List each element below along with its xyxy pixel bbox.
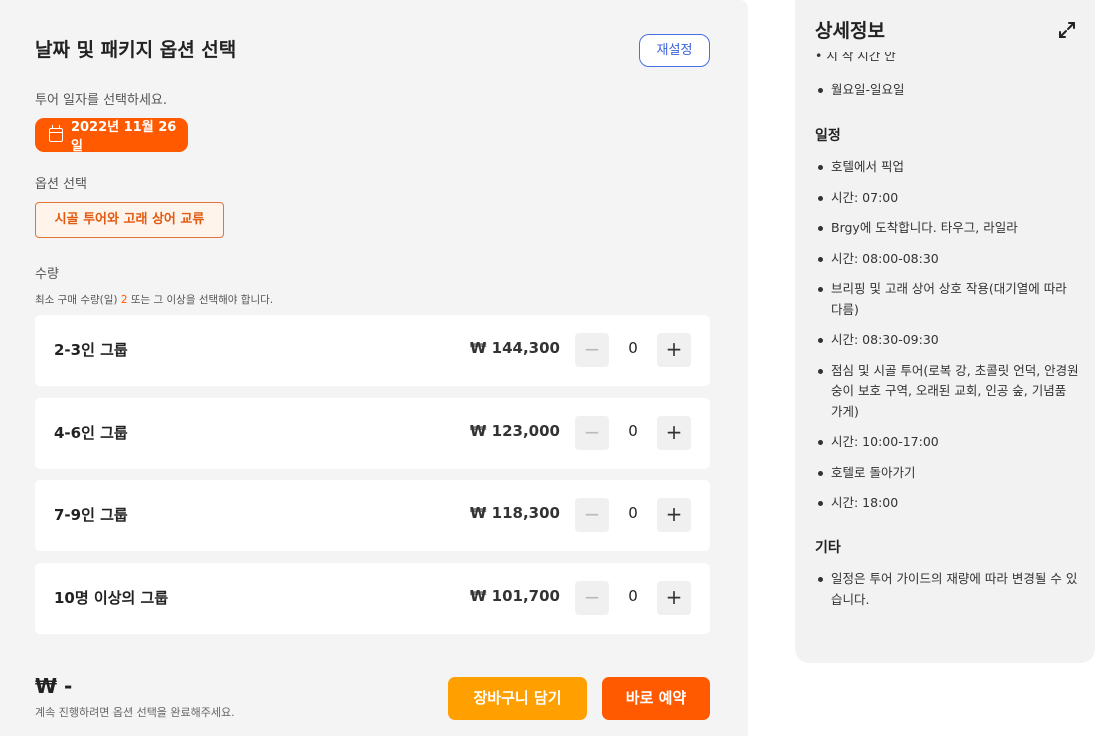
decrease-button[interactable]: − bbox=[575, 416, 609, 450]
option-chip[interactable]: 시골 투어와 고래 상어 교류 bbox=[35, 202, 224, 238]
total-note: 계속 진행하려면 옵션 선택을 완료해주세요. bbox=[35, 706, 235, 719]
group-row: 7-9인 그룹 ₩ 118,300 − 0 + bbox=[35, 480, 710, 551]
clipped-text: • 시 작 시간 안 bbox=[815, 52, 896, 63]
schedule-list: 호텔에서 픽업 시간: 07:00 Brgy에 도착합니다. 타우그, 라일라 … bbox=[815, 157, 1080, 524]
calendar-icon bbox=[49, 125, 63, 142]
selected-date: 2022년 11월 26일 bbox=[70, 120, 177, 154]
details-panel: 상세정보 • 시 작 시간 안 월요일-일요일 일정 호텔에서 픽업 시간: 0… bbox=[795, 0, 1095, 663]
add-to-cart-button[interactable]: 장바구니 담기 bbox=[448, 677, 587, 720]
booking-title: 날짜 및 패키지 옵션 선택 bbox=[35, 39, 237, 61]
decrease-button[interactable]: − bbox=[575, 333, 609, 367]
list-item: 일정은 투어 가이드의 재량에 따라 변경될 수 있습니다. bbox=[815, 569, 1080, 610]
list-item: 점심 및 시골 투어(로복 강, 초콜릿 언덕, 안경원숭이 보호 구역, 오래… bbox=[815, 361, 1080, 423]
list-item: 호텔에서 픽업 bbox=[815, 157, 1080, 178]
quantity-value: 0 bbox=[628, 339, 638, 357]
group-name: 4-6인 그룹 bbox=[54, 424, 128, 442]
option-label: 옵션 선택 bbox=[35, 177, 87, 192]
increase-button[interactable]: + bbox=[657, 416, 691, 450]
other-heading: 기타 bbox=[815, 540, 841, 556]
list-item: 시간: 07:00 bbox=[815, 188, 1080, 209]
min-quantity-note: 최소 구매 수량(일) 2 또는 그 이상을 선택해야 합니다. bbox=[35, 294, 274, 306]
book-now-button[interactable]: 바로 예약 bbox=[602, 677, 710, 720]
date-prompt: 투어 일자를 선택하세요. bbox=[35, 93, 167, 108]
group-name: 10명 이상의 그룹 bbox=[54, 589, 169, 607]
list-item: 시간: 08:30-09:30 bbox=[815, 330, 1080, 351]
group-row: 10명 이상의 그룹 ₩ 101,700 − 0 + bbox=[35, 563, 710, 634]
group-row: 4-6인 그룹 ₩ 123,000 − 0 + bbox=[35, 398, 710, 469]
list-item: 월요일-일요일 bbox=[815, 80, 1080, 101]
booking-panel: 날짜 및 패키지 옵션 선택 재설정 투어 일자를 선택하세요. 2022년 1… bbox=[0, 0, 748, 736]
quantity-value: 0 bbox=[628, 504, 638, 522]
group-name: 2-3인 그룹 bbox=[54, 341, 128, 359]
schedule-heading: 일정 bbox=[815, 128, 841, 144]
group-price: ₩ 144,300 bbox=[469, 339, 560, 357]
group-price: ₩ 101,700 bbox=[469, 587, 560, 605]
other-list: 일정은 투어 가이드의 재량에 따라 변경될 수 있습니다. bbox=[815, 569, 1080, 610]
reset-button[interactable]: 재설정 bbox=[639, 34, 710, 67]
date-select-button[interactable]: 2022년 11월 26일 bbox=[35, 118, 188, 154]
quantity-value: 0 bbox=[628, 422, 638, 440]
list-item: 브리핑 및 고래 상어 상호 작용(대기열에 따라 다름) bbox=[815, 279, 1080, 320]
list-item: 시간: 10:00-17:00 bbox=[815, 432, 1080, 453]
list-item: 시간: 18:00 bbox=[815, 493, 1080, 514]
expand-icon[interactable] bbox=[1057, 20, 1077, 40]
group-row: 2-3인 그룹 ₩ 144,300 − 0 + bbox=[35, 315, 710, 386]
details-title: 상세정보 bbox=[815, 20, 885, 42]
total-price: ₩ - bbox=[35, 674, 73, 698]
decrease-button[interactable]: − bbox=[575, 498, 609, 532]
list-item: 호텔로 돌아가기 bbox=[815, 463, 1080, 484]
decrease-button[interactable]: − bbox=[575, 581, 609, 615]
days-list: 월요일-일요일 bbox=[815, 80, 1080, 101]
group-price: ₩ 123,000 bbox=[469, 422, 560, 440]
group-name: 7-9인 그룹 bbox=[54, 506, 128, 524]
quantity-label: 수량 bbox=[35, 267, 59, 282]
increase-button[interactable]: + bbox=[657, 498, 691, 532]
group-price: ₩ 118,300 bbox=[469, 504, 560, 522]
list-item: Brgy에 도착합니다. 타우그, 라일라 bbox=[815, 218, 1080, 239]
increase-button[interactable]: + bbox=[657, 581, 691, 615]
list-item: 시간: 08:00-08:30 bbox=[815, 249, 1080, 270]
quantity-value: 0 bbox=[628, 587, 638, 605]
increase-button[interactable]: + bbox=[657, 333, 691, 367]
